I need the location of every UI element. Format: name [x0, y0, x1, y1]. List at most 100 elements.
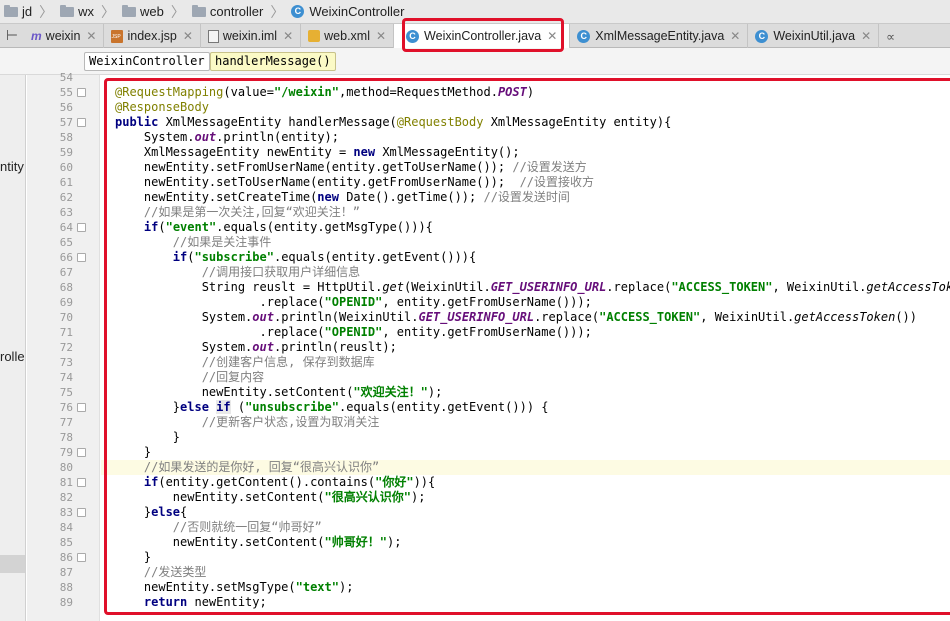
code-token: ()): [895, 310, 918, 324]
code-line[interactable]: newEntity.setContent("欢迎关注！");: [115, 385, 950, 400]
tab-xmlmessageentity-java[interactable]: C XmlMessageEntity.java ✕: [570, 24, 749, 48]
tab-weixincontroller-java[interactable]: C WeixinController.java ✕: [394, 24, 571, 48]
tab-web-xml[interactable]: web.xml ✕: [301, 24, 395, 48]
code-line[interactable]: }: [115, 445, 950, 460]
tab-label: weixin: [45, 29, 81, 43]
fold-marker-icon[interactable]: [77, 118, 86, 127]
close-icon[interactable]: ✕: [183, 29, 193, 43]
code-line[interactable]: //发送类型: [115, 565, 950, 580]
code-token: , WeixinUtil.: [772, 280, 867, 294]
fold-marker-icon[interactable]: [77, 403, 86, 412]
close-icon[interactable]: ✕: [376, 29, 386, 43]
fold-marker-icon[interactable]: [77, 508, 86, 517]
breadcrumb-label: WeixinController: [309, 4, 405, 19]
code-line[interactable]: newEntity.setContent("很高兴认识你");: [115, 490, 950, 505]
code-token: out: [194, 130, 217, 144]
close-icon[interactable]: ✕: [861, 29, 871, 43]
breadcrumb-item-wx[interactable]: wx: [56, 0, 98, 24]
code-token: )){: [413, 475, 436, 489]
fold-marker-icon[interactable]: [77, 448, 86, 457]
code-token: "event": [165, 220, 217, 234]
breadcrumb-item-web[interactable]: web: [118, 0, 168, 24]
code-line[interactable]: if(entity.getContent().contains("你好")){: [115, 475, 950, 490]
code-line[interactable]: @ResponseBody: [115, 100, 950, 115]
code-line[interactable]: if("subscribe".equals(entity.getEvent())…: [115, 250, 950, 265]
close-icon[interactable]: ✕: [547, 29, 557, 43]
code-token: if: [216, 400, 231, 414]
code-line[interactable]: newEntity.setContent("帅哥好！");: [115, 535, 950, 550]
code-token: .equals(entity.getEvent())) {: [338, 400, 549, 414]
code-line[interactable]: .replace("OPENID", entity.getFromUserNam…: [115, 325, 950, 340]
code-line[interactable]: //否则就统一回复“帅哥好”: [115, 520, 950, 535]
close-icon[interactable]: ✕: [283, 29, 293, 43]
tab-label: XmlMessageEntity.java: [595, 29, 725, 43]
code-line[interactable]: System.out.println(WeixinUtil.GET_USERIN…: [115, 310, 950, 325]
close-icon[interactable]: ✕: [730, 29, 740, 43]
tab-overflow[interactable]: ∝: [879, 24, 902, 48]
close-icon[interactable]: ✕: [86, 29, 96, 43]
code-token: System.: [115, 340, 253, 354]
code-line[interactable]: if("event".equals(entity.getMsgType())){: [115, 220, 950, 235]
code-line[interactable]: //创建客户信息, 保存到数据库: [115, 355, 950, 370]
tab-weixinutil-java[interactable]: C WeixinUtil.java ✕: [748, 24, 880, 48]
code-line[interactable]: //如果是第一次关注,回复“欢迎关注！”: [115, 205, 950, 220]
structure-method-chip[interactable]: handlerMessage(): [210, 52, 336, 71]
code-line[interactable]: //回复内容: [115, 370, 950, 385]
code-line[interactable]: }: [115, 430, 950, 445]
pin-icon[interactable]: ⊢: [0, 24, 24, 47]
code-line[interactable]: @RequestMapping(value="/weixin",method=R…: [115, 85, 950, 100]
code-line[interactable]: public XmlMessageEntity handlerMessage(@…: [115, 115, 950, 130]
code-line[interactable]: System.out.println(entity);: [115, 130, 950, 145]
tab-weixin[interactable]: m weixin ✕: [24, 24, 105, 48]
fold-marker-icon[interactable]: [77, 223, 86, 232]
code-token: //否则就统一回复“帅哥好”: [172, 520, 322, 534]
code-line[interactable]: newEntity.setCreateTime(new Date().getTi…: [115, 190, 950, 205]
line-number: 55: [59, 86, 73, 99]
fold-marker-icon[interactable]: [77, 253, 86, 262]
code-line[interactable]: return newEntity;: [115, 595, 950, 610]
breadcrumb-item-jd[interactable]: jd: [0, 0, 36, 24]
project-tree-item-fragment[interactable]: rolle: [0, 349, 25, 364]
code-line[interactable]: //更新客户状态,设置为取消关注: [115, 415, 950, 430]
code-line[interactable]: XmlMessageEntity newEntity = new XmlMess…: [115, 145, 950, 160]
code-token: , WeixinUtil.: [700, 310, 795, 324]
code-token: if: [172, 250, 188, 264]
code-line[interactable]: newEntity.setToUserName(entity.getFromUs…: [115, 175, 950, 190]
fold-marker-icon[interactable]: [77, 88, 86, 97]
code-line[interactable]: //如果是关注事件: [115, 235, 950, 250]
code-line[interactable]: }else if ("unsubscribe".equals(entity.ge…: [115, 400, 950, 415]
code-line[interactable]: newEntity.setMsgType("text");: [115, 580, 950, 595]
fold-marker-icon[interactable]: [77, 553, 86, 562]
code-line[interactable]: }: [115, 550, 950, 565]
code-line[interactable]: newEntity.setFromUserName(entity.getToUs…: [115, 160, 950, 175]
breadcrumb-item-controller[interactable]: controller: [188, 0, 267, 24]
code-token: "帅哥好！": [324, 535, 387, 549]
tab-weixin-iml[interactable]: weixin.iml ✕: [201, 24, 302, 48]
code-line[interactable]: String reuslt = HttpUtil.get(WeixinUtil.…: [115, 280, 950, 295]
code-line[interactable]: [115, 70, 950, 85]
structure-class-chip[interactable]: WeixinController: [84, 52, 210, 71]
code-token: "OPENID": [324, 295, 383, 309]
code-line[interactable]: System.out.println(reuslt);: [115, 340, 950, 355]
code-token: GET_USERINFO_URL: [490, 280, 607, 294]
breadcrumb-item-weixincontroller[interactable]: C WeixinController: [287, 0, 408, 24]
project-tree-item-fragment[interactable]: ntity: [0, 159, 24, 174]
code-token: XmlMessageEntity();: [382, 145, 520, 159]
code-line[interactable]: //如果发送的是你好, 回复“很高兴认识你”: [115, 460, 950, 475]
code-line[interactable]: //调用接口获取用户详细信息: [115, 265, 950, 280]
code-line[interactable]: .replace("OPENID", entity.getFromUserNam…: [115, 295, 950, 310]
breadcrumb-separator: 〉: [101, 3, 116, 20]
class-icon: C: [577, 29, 591, 43]
fold-marker-icon[interactable]: [77, 478, 86, 487]
code-token: //如果是关注事件: [172, 235, 272, 249]
code-token: newEntity.setMsgType(: [115, 580, 296, 594]
code-token: //设置发送时间: [483, 190, 570, 204]
code-line[interactable]: }else{: [115, 505, 950, 520]
line-number: 61: [59, 176, 73, 189]
line-number: 67: [59, 266, 73, 279]
tab-index-jsp[interactable]: index.jsp ✕: [104, 24, 201, 48]
